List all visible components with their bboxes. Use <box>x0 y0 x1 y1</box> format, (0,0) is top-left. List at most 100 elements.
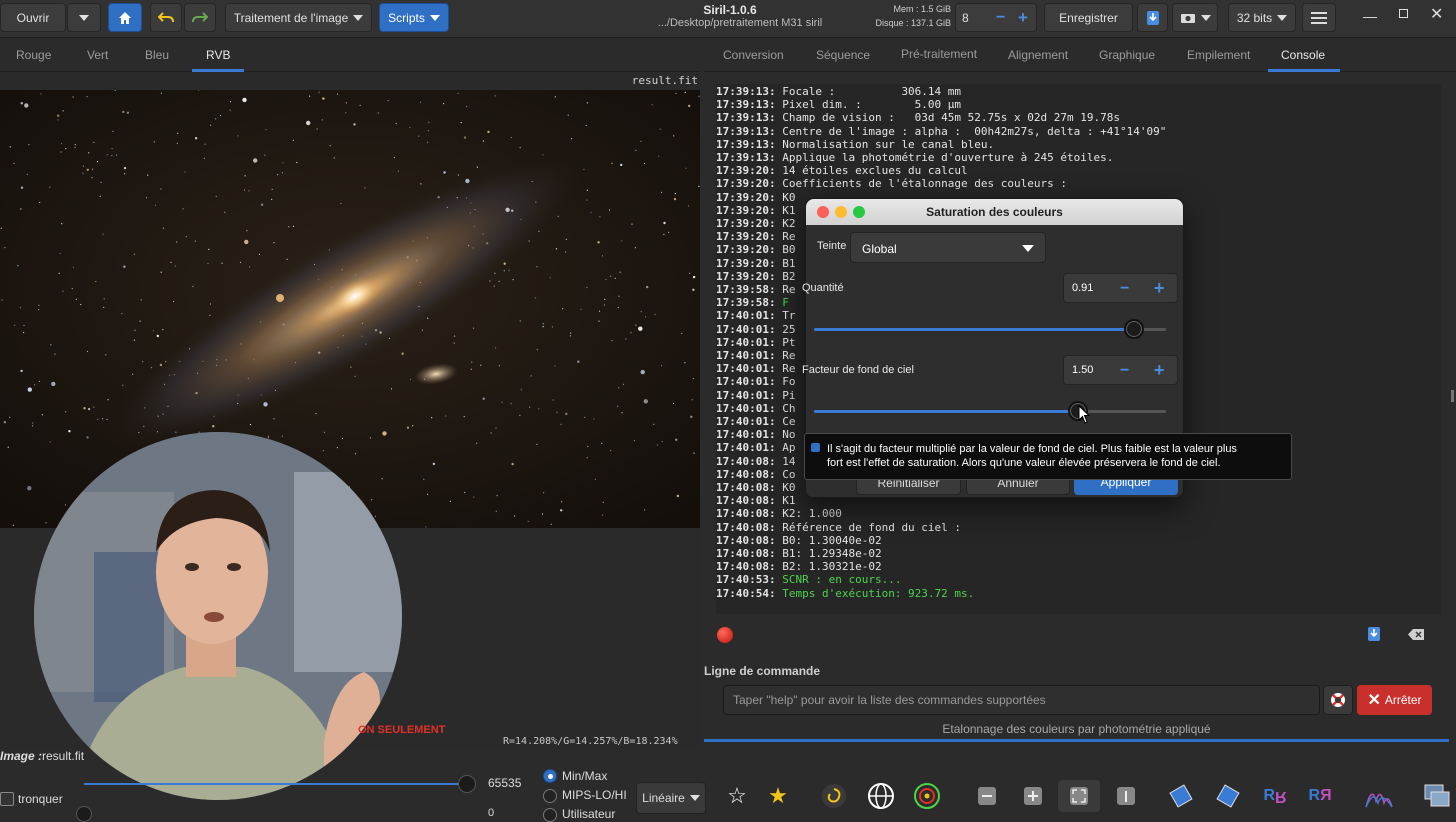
stop-recording-icon[interactable] <box>717 627 733 643</box>
star <box>640 369 645 375</box>
star <box>215 195 217 197</box>
rotate-right-icon[interactable] <box>1213 780 1243 812</box>
star <box>550 523 552 525</box>
memory-usage: Mem : 1.5 GiB <box>893 4 951 14</box>
star <box>445 415 447 417</box>
minimize-icon[interactable]: — <box>1363 8 1377 24</box>
star <box>555 248 558 250</box>
zoom-fit-icon[interactable] <box>1058 780 1100 812</box>
mirror-y-icon[interactable]: RR <box>1305 780 1335 812</box>
tab-preprocessing[interactable]: Pré-traitement <box>901 47 977 61</box>
star <box>112 130 114 133</box>
star <box>184 171 186 173</box>
sky-background-spinner[interactable]: 1.50 − + <box>1063 355 1178 385</box>
image-processing-menu[interactable]: Traitement de l'image <box>225 3 372 32</box>
star <box>265 129 267 131</box>
minus-icon[interactable]: − <box>1120 280 1129 298</box>
dialog-titlebar[interactable]: Saturation des couleurs <box>806 199 1183 225</box>
amount-slider-knob[interactable] <box>1124 319 1144 339</box>
console-scrollbar[interactable] <box>1451 390 1454 402</box>
radio-user[interactable] <box>543 808 557 822</box>
star <box>562 308 564 310</box>
stretch-mode-dropdown[interactable]: Linéaire <box>636 782 706 814</box>
save-button[interactable]: Enregistrer <box>1044 3 1133 32</box>
min-level-knob[interactable] <box>76 806 92 822</box>
star <box>229 109 231 111</box>
star <box>395 122 397 125</box>
star <box>519 147 521 149</box>
help-button[interactable] <box>1323 685 1353 715</box>
open-recent-dropdown[interactable] <box>67 3 101 32</box>
bit-depth-menu[interactable]: 32 bits <box>1228 3 1296 32</box>
star <box>329 145 331 147</box>
tab-alignment[interactable]: Alignement <box>1008 48 1068 62</box>
tab-green[interactable]: Vert <box>87 48 108 62</box>
zoom-in-icon[interactable] <box>1018 780 1048 812</box>
tab-graph[interactable]: Graphique <box>1099 48 1155 62</box>
plus-icon[interactable]: + <box>1154 278 1165 299</box>
redo-button[interactable] <box>184 3 216 32</box>
star <box>536 349 538 351</box>
zoom-one-icon[interactable] <box>1111 780 1141 812</box>
galaxy-image[interactable] <box>0 90 700 528</box>
tab-blue[interactable]: Bleu <box>145 48 169 62</box>
tab-red[interactable]: Rouge <box>16 48 51 62</box>
home-button[interactable] <box>108 3 142 32</box>
tab-rgb[interactable]: RVB <box>206 48 230 62</box>
tab-sequence[interactable]: Séquence <box>816 48 870 62</box>
amount-spinner[interactable]: 0.91 − + <box>1063 273 1178 303</box>
star <box>123 166 127 170</box>
scripts-menu[interactable]: Scripts <box>379 3 449 32</box>
star-filled-icon[interactable]: ★ <box>763 780 793 812</box>
max-level-slider[interactable] <box>84 783 462 785</box>
clip-checkbox[interactable] <box>0 792 14 806</box>
stop-button[interactable]: ✕ Arrêter <box>1357 685 1432 715</box>
minus-icon[interactable]: − <box>1120 362 1129 380</box>
sky-background-slider[interactable] <box>814 401 1166 421</box>
tab-console[interactable]: Console <box>1281 48 1325 62</box>
histogram-icon[interactable] <box>1364 780 1394 812</box>
maximize-icon[interactable] <box>1399 9 1408 18</box>
plus-icon[interactable]: + <box>1154 360 1165 381</box>
image-stack-icon[interactable] <box>1422 780 1452 812</box>
snapshot-button[interactable] <box>1172 3 1218 32</box>
main-menu-button[interactable] <box>1302 3 1336 32</box>
command-input[interactable]: Taper "help" pour avoir la liste des com… <box>723 685 1320 715</box>
star <box>690 415 693 418</box>
star <box>39 201 41 204</box>
star <box>651 104 653 106</box>
console-timestamp: 17:39:20: <box>716 243 776 257</box>
star <box>542 154 544 156</box>
tab-stacking[interactable]: Empilement <box>1187 48 1250 62</box>
zoom-out-icon[interactable] <box>972 780 1002 812</box>
tab-conversion[interactable]: Conversion <box>723 48 784 62</box>
radio-mips-label: MIPS-LO/HI <box>562 788 627 802</box>
target-icon[interactable] <box>912 780 942 812</box>
threads-spinner[interactable]: 8 − + <box>955 3 1037 32</box>
minus-icon[interactable]: − <box>996 9 1005 27</box>
hue-combobox[interactable]: Global <box>850 232 1046 263</box>
rotate-left-icon[interactable] <box>1166 780 1196 812</box>
amount-slider[interactable] <box>814 319 1166 339</box>
clear-log-button[interactable] <box>1408 629 1424 643</box>
console-line: 17:40:08: B0: 1.30040e-02 <box>716 534 882 547</box>
globe-icon[interactable] <box>866 780 896 812</box>
star <box>513 515 516 517</box>
radio-mips[interactable] <box>543 789 557 803</box>
save-as-button[interactable] <box>1137 3 1168 32</box>
mirror-x-icon[interactable]: RR <box>1260 780 1290 812</box>
command-line-label: Ligne de commande <box>704 664 821 678</box>
console-message: Pixel dim. : 5.00 µm <box>775 98 962 112</box>
undo-button[interactable] <box>150 3 182 32</box>
max-level-knob[interactable] <box>458 775 476 793</box>
plus-icon[interactable]: + <box>1018 8 1028 28</box>
radio-minmax[interactable] <box>543 769 557 783</box>
save-log-button[interactable] <box>1367 626 1381 645</box>
galaxy-icon[interactable] <box>819 780 849 812</box>
close-icon[interactable]: ✕ <box>1430 4 1443 24</box>
star <box>103 306 105 308</box>
star-outline-icon[interactable]: ☆ <box>722 780 752 812</box>
star <box>322 450 324 452</box>
star <box>153 141 155 143</box>
open-button[interactable]: Ouvrir <box>0 3 66 32</box>
